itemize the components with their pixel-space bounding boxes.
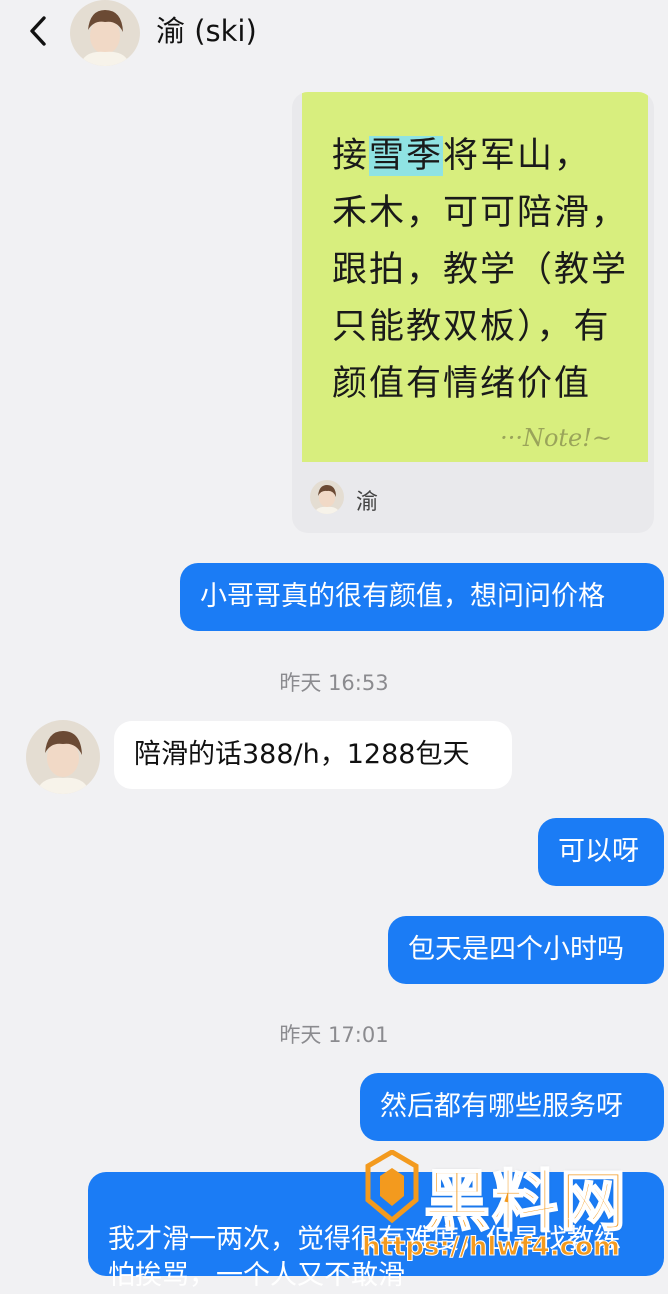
note-image: 接雪季将军山， 禾木，可可陪滑， 跟拍，教学（教学 只能教双板），有 颜值有情绪…: [302, 92, 648, 462]
contact-avatar[interactable]: [70, 0, 140, 66]
note-text: 接雪季将军山， 禾木，可可陪滑， 跟拍，教学（教学 只能教双板），有 颜值有情绪…: [332, 128, 642, 413]
message-text: 小哥哥真的很有颜值，想问问价格: [200, 581, 605, 612]
message-bubble-outgoing[interactable]: 小哥哥真的很有颜值，想问问价格: [180, 563, 664, 631]
note-text-start: 接: [332, 136, 370, 176]
contact-name: 渝 (ski): [156, 14, 257, 48]
note-text-highlight: 雪季: [369, 136, 444, 176]
card-footer: 渝: [292, 470, 654, 530]
message-text: 可以呀: [558, 836, 639, 867]
message-bubble-outgoing[interactable]: 包天是四个小时吗: [388, 916, 664, 984]
message-bubble-outgoing[interactable]: 我才滑一两次，觉得很有难度，但是找教练 怕挨骂，一个人又不敢滑: [88, 1172, 664, 1291]
message-text: 包天是四个小时吗: [408, 934, 624, 965]
timestamp: 昨天 16:53: [279, 671, 389, 695]
contact-avatar-small[interactable]: [26, 720, 100, 794]
timestamp: 昨天 17:01: [279, 1023, 389, 1047]
message-text: 我才滑一两次，觉得很有难度，但是找教练 怕挨骂，一个人又不敢滑: [108, 1224, 621, 1291]
message-text: 陪滑的话388/h，1288包天: [134, 739, 470, 770]
message-bubble-incoming[interactable]: 陪滑的话388/h，1288包天: [114, 721, 512, 789]
card-author-avatar: [310, 480, 344, 514]
shared-note-card[interactable]: 接雪季将军山， 禾木，可可陪滑， 跟拍，教学（教学 只能教双板），有 颜值有情绪…: [292, 92, 654, 533]
note-signature: ···Note!~: [500, 424, 612, 452]
chevron-left-icon[interactable]: [26, 14, 52, 48]
note-text-rest: 将军山， 禾木，可可陪滑， 跟拍，教学（教学 只能教双板），有 颜值有情绪价值: [332, 136, 629, 404]
message-bubble-outgoing[interactable]: 可以呀: [538, 818, 664, 886]
message-text: 然后都有哪些服务呀: [380, 1091, 623, 1122]
message-bubble-outgoing[interactable]: 然后都有哪些服务呀: [360, 1073, 664, 1141]
card-author-name: 渝: [356, 490, 379, 515]
chat-header: 渝 (ski): [0, 0, 668, 66]
